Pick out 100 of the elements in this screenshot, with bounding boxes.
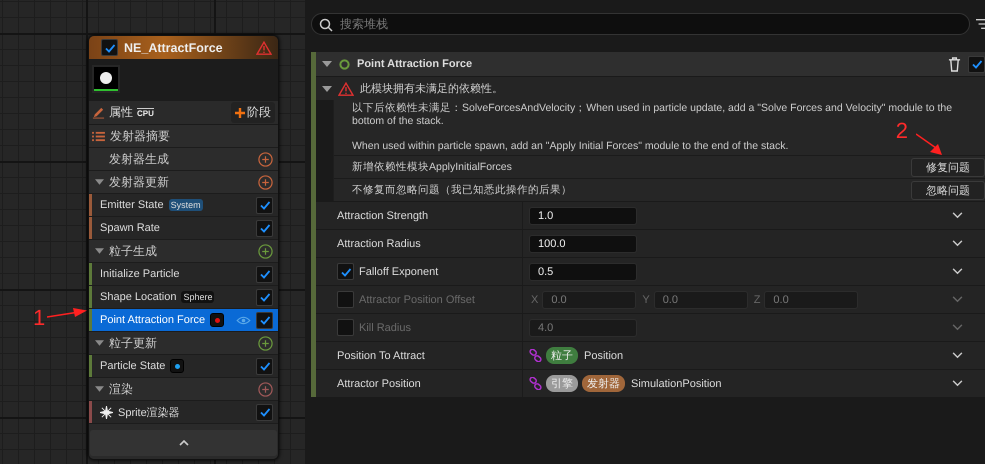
value-field[interactable]: 0.0 (542, 290, 636, 308)
trash-icon[interactable] (948, 56, 961, 72)
value-field[interactable]: 1.0 (529, 206, 637, 224)
checkbox[interactable] (337, 319, 354, 336)
add-module-icon[interactable] (258, 174, 273, 190)
fix-button[interactable]: 忽略问题 (911, 180, 985, 200)
module-label: Spawn Rate (100, 222, 160, 234)
ring-icon (339, 58, 350, 70)
parameter-label: Falloff Exponent (359, 266, 438, 278)
checkbox[interactable] (101, 39, 118, 56)
collapse-arrow-icon[interactable] (95, 248, 104, 254)
checkbox[interactable] (256, 312, 273, 328)
link-icon (529, 349, 542, 362)
checkbox[interactable] (337, 291, 354, 308)
fix-option-label: 不修复而忽略问题（我已知悉此操作的后果） (352, 183, 573, 197)
module-row[interactable]: Initialize Particle (89, 263, 278, 286)
module-label: Particle State (100, 360, 166, 372)
summary-item[interactable]: 发射器摘要 (110, 128, 273, 144)
collapse-arrow-icon[interactable] (322, 86, 332, 92)
value-field[interactable]: 0.0 (654, 290, 748, 308)
caret-up-icon (178, 440, 188, 446)
filter-icon[interactable] (976, 18, 985, 30)
collapse-arrow-icon[interactable] (95, 179, 104, 185)
namespace-tag: 发射器 (582, 375, 625, 392)
checkbox[interactable] (256, 220, 273, 236)
collapse-arrow-icon[interactable] (95, 386, 104, 392)
add-module-icon[interactable] (258, 152, 273, 166)
properties-label[interactable]: 属性 (109, 104, 133, 121)
linked-value: Position (584, 350, 624, 362)
fix-option-label: 新增依赖性模块ApplyInitialForces (352, 160, 513, 174)
plus-icon (235, 108, 245, 118)
stage-heading[interactable]: 粒子更新 (109, 334, 253, 352)
value-field[interactable]: 0.5 (529, 262, 637, 280)
checkbox[interactable] (256, 288, 273, 306)
parameter-label: Attraction Radius (337, 238, 421, 250)
check-icon (258, 360, 270, 372)
node-title: NE_AttractForce (124, 40, 224, 54)
check-icon (970, 58, 982, 70)
pencil-icon (92, 106, 105, 119)
module-label: Point Attraction Force (100, 314, 206, 326)
check-icon (258, 314, 270, 326)
module-row[interactable]: Shape Location Sphere (89, 286, 278, 309)
value-field[interactable]: 0.0 (764, 290, 858, 308)
module-row[interactable]: Spawn Rate (89, 217, 278, 240)
sim-target-label: CPU (137, 108, 154, 118)
add-module-icon[interactable] (258, 382, 273, 396)
module-title: Point Attraction Force (357, 58, 472, 70)
parameter-label: Attractor Position Offset (359, 294, 475, 306)
linked-value: SimulationPosition (631, 378, 722, 390)
axis-label: Z (754, 294, 760, 306)
module-row[interactable]: Sprite渲染器 (89, 401, 278, 424)
module-row[interactable]: Emitter State System (89, 194, 278, 217)
annotation-arrow (916, 133, 942, 155)
warning-message: 此模块拥有未满足的依赖性。 (360, 82, 503, 96)
module-row[interactable]: Particle State (89, 355, 278, 378)
checkbox[interactable] (968, 56, 985, 72)
dependency-description: When used within particle spawn, add an "Apply Initial Forces" module to the end of the stack. (352, 140, 788, 153)
check-icon (258, 222, 270, 234)
module-tag: System (168, 199, 203, 211)
add-module-icon[interactable] (258, 244, 273, 258)
module-label: Shape Location (100, 291, 176, 303)
namespace-tag: 粒子 (546, 347, 578, 364)
check-icon (104, 42, 116, 54)
check-icon (340, 266, 352, 278)
checkbox[interactable] (256, 404, 273, 420)
checkbox[interactable] (256, 196, 273, 214)
fix-button[interactable]: 修复问题 (911, 158, 985, 176)
stage-heading[interactable]: 粒子生成 (109, 242, 253, 260)
checkbox[interactable] (337, 263, 354, 280)
search-field[interactable]: 搜索堆栈 (311, 13, 970, 35)
value-field[interactable]: 4.0 (529, 318, 637, 336)
module-tag: Sphere (181, 291, 214, 303)
annotation-number: 1 (33, 307, 46, 329)
axis-label: Y (642, 294, 650, 306)
stage-heading[interactable]: 发射器生成 (109, 150, 253, 168)
collapse-arrow-icon[interactable] (95, 340, 104, 346)
add-stage-button[interactable]: 阶段 (231, 102, 275, 123)
add-module-icon[interactable] (258, 336, 273, 350)
parameter-label: Position To Attract (337, 350, 425, 362)
list-icon (92, 130, 105, 142)
axis-label: X (531, 294, 538, 306)
check-icon (258, 291, 270, 303)
checkbox[interactable] (256, 266, 273, 282)
sprite-thumbnail-icon (92, 65, 120, 93)
collapse-arrow-icon[interactable] (322, 61, 332, 67)
parameter-label: Kill Radius (359, 322, 411, 334)
parameter-label: Attraction Strength (337, 210, 428, 222)
search-icon (319, 18, 333, 32)
link-icon (529, 377, 542, 390)
module-label: Initialize Particle (100, 268, 180, 280)
warning-icon (338, 82, 354, 96)
stage-heading[interactable]: 渲染 (109, 380, 253, 398)
stage-heading[interactable]: 发射器更新 (109, 174, 253, 190)
sparkle-icon (100, 406, 113, 418)
checkbox[interactable] (256, 358, 273, 374)
module-header[interactable]: Point Attraction Force (316, 52, 985, 76)
value-field[interactable]: 100.0 (529, 234, 637, 252)
namespace-tag: 引擎 (546, 375, 578, 392)
check-icon (258, 406, 270, 418)
module-row[interactable]: Point Attraction Force (89, 309, 278, 332)
